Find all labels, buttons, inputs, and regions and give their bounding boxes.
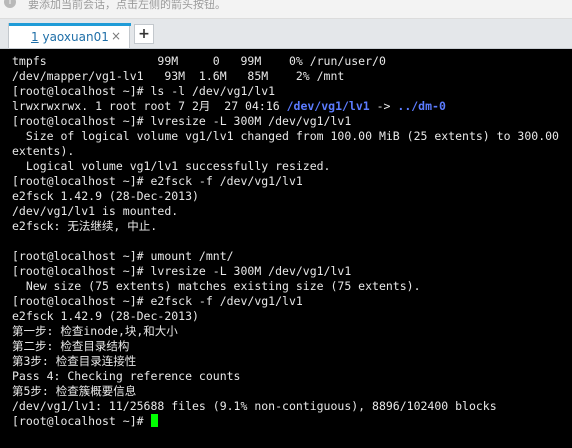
terminal-line: Size of logical volume vg1/lv1 changed f…	[12, 129, 559, 143]
terminal-line: [root@localhost ~]# e2fsck -f /dev/vg1/l…	[12, 294, 303, 308]
terminal-line: 第3步: 检查目录连接性	[12, 354, 137, 368]
terminal-line: [root@localhost ~]# lvresize -L 300M /de…	[12, 114, 352, 128]
terminal-line: Logical volume vg1/lv1 successfully resi…	[12, 159, 331, 173]
shell-prompt: [root@localhost ~]#	[12, 414, 151, 428]
terminal-line: [root@localhost ~]# ls -l /dev/vg1/lv1	[12, 84, 276, 98]
session-hint-text: 要添加当前会话，点击左侧的箭头按钮。	[28, 0, 226, 11]
terminal-prompt-line[interactable]: [root@localhost ~]#	[12, 414, 159, 429]
terminal-output[interactable]: tmpfs 99M 0 99M 0% /run/user/0 /dev/mapp…	[0, 49, 572, 448]
terminal-line: 第5步: 检查簇概要信息	[12, 384, 137, 398]
add-tab-button[interactable]: +	[134, 24, 154, 44]
session-hint-bar: i 要添加当前会话，点击左侧的箭头按钮。	[0, 0, 572, 19]
active-tab-indicator	[9, 23, 131, 26]
tab-yaoxuan01[interactable]: 1 yaoxuan01 ×	[8, 23, 131, 48]
terminal-app-window: i 要添加当前会话，点击左侧的箭头按钮。 1 yaoxuan01 × + tmp…	[0, 0, 572, 448]
terminal-line: /dev/vg1/lv1 is mounted.	[12, 204, 179, 218]
terminal-line: e2fsck: 无法继续, 中止.	[12, 219, 158, 233]
text-cursor	[151, 414, 159, 427]
terminal-line: extents).	[12, 144, 75, 158]
terminal-line: /dev/vg1/lv1: 11/25688 files (9.1% non-c…	[12, 399, 497, 413]
symlink-path: /dev/vg1/lv1	[286, 99, 370, 113]
terminal-line: [root@localhost ~]# lvresize -L 300M /de…	[12, 264, 352, 278]
terminal-symlink-line: lrwxrwxrwx. 1 root root 7 2月 27 04:16 /d…	[12, 99, 446, 114]
symlink-prefix: lrwxrwxrwx. 1 root root 7 2月 27 04:16	[12, 99, 287, 113]
tab-index: 1	[31, 30, 39, 44]
tab-title: yaoxuan01	[42, 30, 109, 44]
session-tab-bar: 1 yaoxuan01 × +	[0, 19, 572, 49]
terminal-line: 第一步: 检查inode,块,和大小	[12, 324, 178, 338]
info-icon: i	[4, 0, 16, 8]
symlink-target: ../dm-0	[397, 99, 446, 113]
terminal-line: [root@localhost ~]# umount /mnt/	[12, 249, 234, 263]
terminal-line: 第二步: 检查目录结构	[12, 339, 130, 353]
terminal-line: [root@localhost ~]# e2fsck -f /dev/vg1/l…	[12, 174, 303, 188]
symlink-arrow: ->	[369, 99, 398, 113]
terminal-line: e2fsck 1.42.9 (28-Dec-2013)	[12, 309, 199, 323]
tab-label: 1 yaoxuan01	[31, 30, 109, 44]
terminal-line: /dev/mapper/vg1-lv1 93M 1.6M 85M 2% /mnt	[12, 69, 345, 83]
terminal-line: Pass 4: Checking reference counts	[12, 369, 241, 383]
terminal-line: tmpfs 99M 0 99M 0% /run/user/0	[12, 54, 386, 68]
terminal-line: e2fsck 1.42.9 (28-Dec-2013)	[12, 189, 199, 203]
terminal-line: New size (75 extents) matches existing s…	[12, 279, 421, 293]
tab-close-icon[interactable]: ×	[111, 29, 121, 43]
